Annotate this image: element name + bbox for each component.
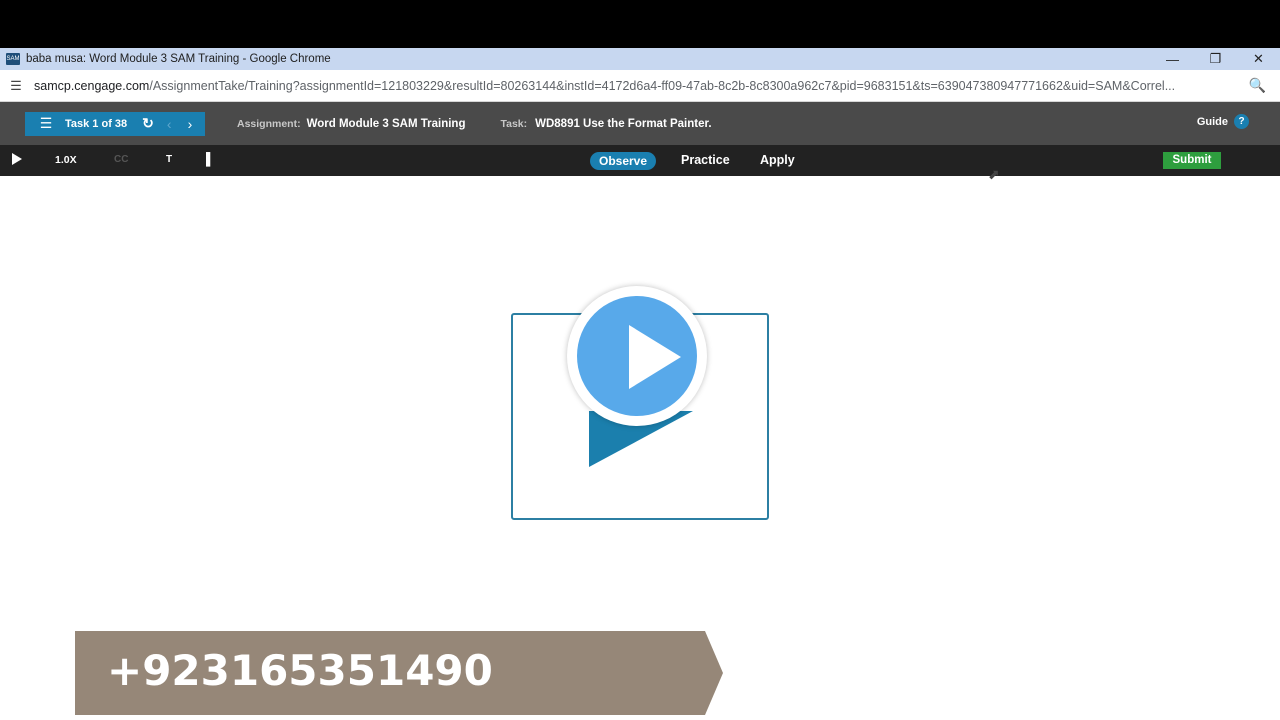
tab-observe[interactable]: Observe [590,152,657,170]
phone-banner-tip [705,631,723,715]
assignment-label: Assignment: [237,117,301,130]
top-black-bar [0,0,1280,48]
control-bar: 1.0X CC T ▌ Observe Practice Apply Submi… [0,145,1280,177]
tab-practice[interactable]: Practice [681,153,730,167]
zoom-icon[interactable]: 🔍 [1249,77,1266,94]
browser-window: SAM baba musa: Word Module 3 SAM Trainin… [0,48,1280,720]
chevron-left-icon[interactable]: ‹ [167,116,172,132]
sam-app-icon: SAM [6,53,20,65]
window-title: baba musa: Word Module 3 SAM Training - … [26,53,331,65]
url-text[interactable]: samcp.cengage.com/AssignmentTake/Trainin… [34,79,1234,93]
phone-number: +923165351490 [107,646,493,695]
window-controls: — ❐ ✕ [1151,48,1280,70]
help-icon: ? [1234,114,1249,129]
url-host: samcp.cengage.com [34,78,150,93]
play-triangle-icon [629,325,681,389]
play-video-button[interactable] [567,286,707,426]
guide-label: Guide [1196,115,1228,128]
video-content-area: +923165351490 [0,176,1280,720]
task-navigator: ☰ Task 1 of 38 ↻ ‹ › [25,111,205,136]
text-toggle-button[interactable]: T [166,154,172,165]
play-button-circle [577,296,697,416]
tab-apply[interactable]: Apply [760,153,795,167]
restore-icon[interactable]: ❐ [1194,48,1237,70]
submit-button[interactable]: Submit [1163,152,1221,169]
guide-button[interactable]: Guide ? [1197,114,1249,129]
site-settings-icon[interactable]: ☰ [9,78,23,93]
title-bar: SAM baba musa: Word Module 3 SAM Trainin… [0,48,1280,70]
reload-icon[interactable]: ↻ [142,115,154,132]
chevron-right-icon[interactable]: › [188,116,193,132]
task-counter: Task 1 of 38 [65,117,128,130]
sam-header: ☰ Task 1 of 38 ↻ ‹ › Assignment: Word Mo… [0,102,1280,145]
close-icon[interactable]: ✕ [1237,48,1280,70]
closed-captions-button[interactable]: CC [114,154,128,165]
address-bar[interactable]: ☰ samcp.cengage.com/AssignmentTake/Train… [0,70,1280,102]
task-value: WD8891 Use the Format Painter. [535,117,712,130]
task-field-label: Task: [500,117,528,130]
mouse-cursor-icon: ⬈ [988,166,1000,182]
menu-icon[interactable]: ☰ [38,115,54,132]
speed-button[interactable]: 1.0X [55,154,77,166]
url-path: /AssignmentTake/Training?assignmentId=12… [149,78,1176,93]
play-icon[interactable] [12,153,22,165]
minimize-icon[interactable]: — [1151,48,1194,70]
assignment-value: Word Module 3 SAM Training [306,117,466,130]
volume-icon[interactable]: ▌ [206,152,215,166]
